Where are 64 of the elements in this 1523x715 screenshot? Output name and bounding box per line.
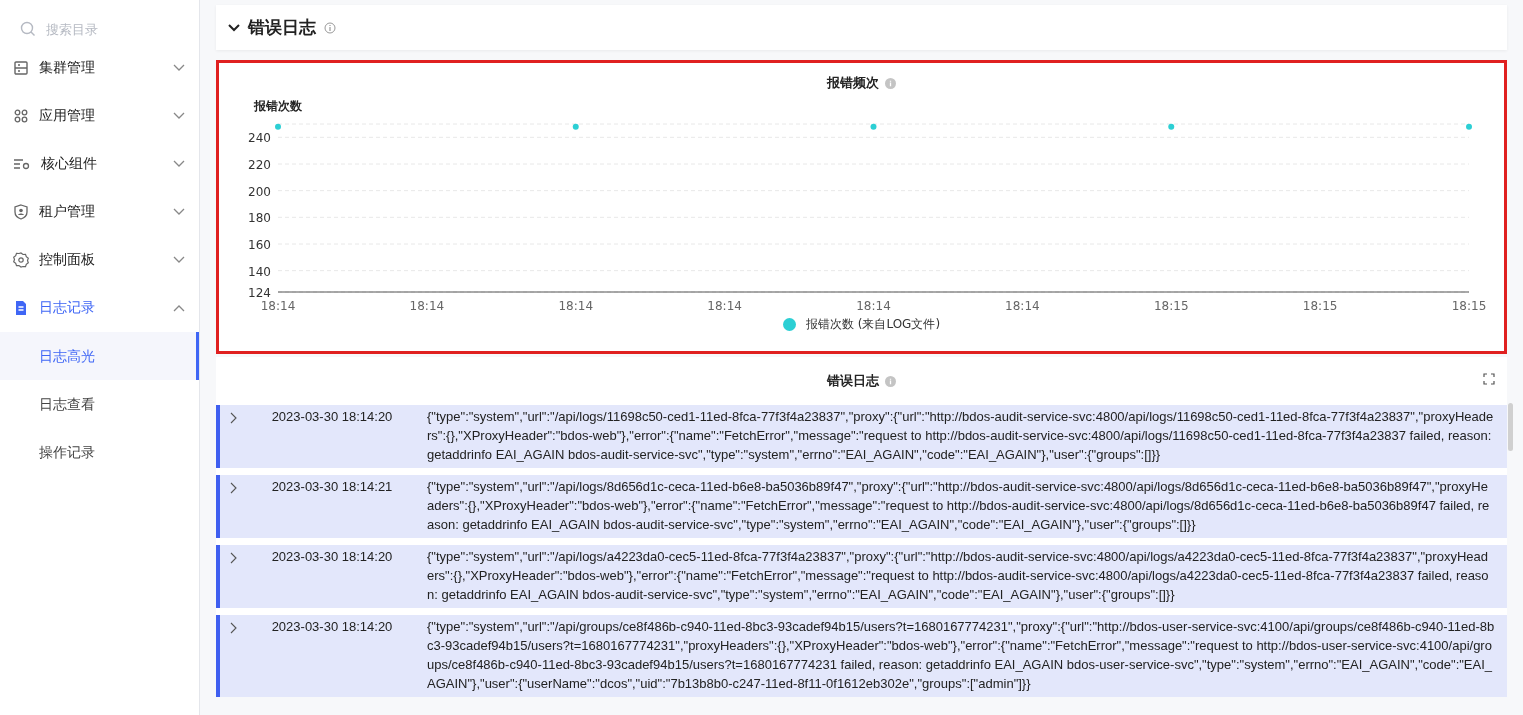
x-tick-label: 18:14	[260, 299, 296, 313]
axis-title: 报错次数	[254, 99, 302, 113]
x-tick-label: 18:15	[1302, 299, 1338, 313]
x-tick-label: 18:14	[707, 299, 742, 313]
grid-icon	[13, 108, 29, 124]
x-tick-label: 18:14	[856, 299, 891, 313]
info-icon	[885, 375, 896, 387]
nav-item[interactable]: 集群管理	[0, 44, 199, 92]
chevron-icon	[173, 64, 185, 72]
nav-label: 集群管理	[39, 59, 96, 77]
section-title: 错误日志	[248, 16, 316, 39]
x-tick-label: 18:14	[558, 299, 594, 313]
nav-subitem[interactable]: 日志高光	[0, 332, 199, 380]
chevron-icon	[173, 256, 185, 264]
y-tick-label: 140	[248, 264, 271, 279]
log-time: 2023-03-30 18:14:20	[270, 408, 394, 426]
y-tick-label: 220	[248, 158, 271, 172]
nav-item[interactable]: 应用管理	[0, 92, 199, 140]
nav-label: 租户管理	[39, 203, 96, 221]
scrollbar-thumb[interactable]	[1508, 403, 1513, 451]
nav-item[interactable]: 日志记录	[0, 284, 199, 332]
nav-item[interactable]: 租户管理	[0, 188, 199, 236]
fullscreen-icon[interactable]	[1483, 373, 1495, 385]
nav-item[interactable]: 控制面板	[0, 236, 199, 284]
chevron-icon[interactable]	[228, 23, 240, 32]
panel-title: 错误日志	[827, 372, 879, 390]
y-tick-label: 124	[248, 286, 271, 300]
document-icon	[13, 300, 29, 316]
log-time: 2023-03-30 18:14:20	[270, 548, 394, 566]
nav-item[interactable]: 核心组件	[0, 140, 199, 188]
info-icon	[324, 21, 336, 34]
nav-label: 应用管理	[39, 107, 96, 125]
nav-label: 日志记录	[39, 299, 96, 317]
x-tick-label: 18:15	[1451, 299, 1487, 313]
log-time: 2023-03-30 18:14:20	[270, 618, 394, 636]
y-tick-label: 180	[248, 211, 271, 226]
chart-title: 报错频次	[827, 74, 879, 92]
info-icon	[885, 77, 896, 89]
log-time: 2023-03-30 18:14:21	[270, 478, 394, 496]
search-field[interactable]: 搜索目录	[44, 20, 168, 38]
server-icon	[13, 60, 29, 76]
list-gear-icon	[13, 156, 31, 172]
shield-user-icon	[13, 204, 29, 220]
settings-icon	[13, 252, 29, 268]
log-message: {"type":"system","url":"/api/logs/11698c50-ced1-11ed-8fca-77f3f4a23837","proxy":{"url":"http://bdos-audit-service-svc:4800/api/logs/11698c50-ced1-11ed-8fca-77f3f4a23837","proxyHeaders":{},"XProxyHeader":"bdos-web"},"error":{"name":"FetchError","message":"request to http://bdos-audit-service-svc:4800/api/logs/11698c50-ced1-11ed-8fca-77f3f4a23837 failed, reason: getaddrinfo EAI_AGAIN bdos-audit-service-svc","type":"system","errno":"EAI_AGAIN","code":"EAI_AGAIN"},"user":{"groups":[]}}	[427, 408, 1495, 464]
legend-label[interactable]: 报错次数 (来自LOG文件)	[805, 316, 941, 333]
y-tick-label: 160	[248, 238, 271, 252]
nav-subitem[interactable]: 操作记录	[0, 428, 199, 476]
chevron-icon	[173, 304, 185, 312]
y-tick-label: 240	[248, 131, 271, 146]
chevron-icon	[173, 112, 185, 120]
chevron-icon	[173, 208, 185, 216]
log-message: {"type":"system","url":"/api/logs/a4223da0-cec5-11ed-8fca-77f3f4a23837","proxy":{"url":"http://bdos-audit-service-svc:4800/api/logs/a4223da0-cec5-11ed-8fca-77f3f4a23837","proxyHeaders":{},"XProxyHeader":"bdos-web"},"error":{"name":"FetchError","message":"request to http://bdos-audit-service-svc:4800/api/logs/a4223da0-cec5-11ed-8fca-77f3f4a23837 failed, reason: getaddrinfo EAI_AGAIN bdos-audit-service-svc","type":"system","errno":"EAI_AGAIN","code":"EAI_AGAIN"},"user":{"groups":[]}}	[427, 548, 1490, 604]
x-tick-label: 18:14	[1005, 299, 1040, 313]
nav-label: 控制面板	[39, 251, 96, 269]
nav-subitem[interactable]: 日志查看	[0, 380, 199, 428]
x-tick-label: 18:15	[1153, 299, 1189, 313]
log-message: {"type":"system","url":"/api/groups/ce8f486b-c940-11ed-8bc3-93cadef94b15/users?t=1680167774231","proxy":{"url":"http://bdos-user-service-svc:4100/api/groups/ce8f486b-c940-11ed-8bc3-93cadef94b15/users?t=1680167774231","proxyHeaders":{},"XProxyHeader":"bdos-web"},"error":{"name":"FetchError","message":"request to http://bdos-user-service-svc:4100/api/groups/ce8f486b-c940-11ed-8bc3-93cadef94b15/users?t=1680167774231 failed, reason: getaddrinfo EAI_AGAIN bdos-user-service-svc","type":"system","errno":"EAI_AGAIN","code":"EAI_AGAIN"},"user":{"userName":"dcos","uid":"7b13b8b0-c247-11ed-8f11-0f1612eb302e","groups":["admin"]}}	[427, 618, 1496, 693]
nav-label: 核心组件	[41, 155, 98, 173]
x-tick-label: 18:14	[409, 299, 445, 313]
log-message: {"type":"system","url":"/api/logs/8d656d1c-ceca-11ed-b6e8-ba5036b89f47","proxy":{"url":"http://bdos-audit-service-svc:4800/api/logs/8d656d1c-ceca-11ed-b6e8-ba5036b89f47","proxyHeaders":{},"XProxyHeader":"bdos-web"},"error":{"name":"FetchError","message":"request to http://bdos-audit-service-svc:4800/api/logs/8d656d1c-ceca-11ed-b6e8-ba5036b89f47 failed, reason: getaddrinfo EAI_AGAIN bdos-audit-service-svc","type":"system","errno":"EAI_AGAIN","code":"EAI_AGAIN"},"user":{"groups":[]}}	[427, 478, 1491, 534]
chevron-icon	[173, 160, 185, 168]
y-tick-label: 200	[248, 184, 271, 199]
search-icon	[20, 21, 36, 37]
